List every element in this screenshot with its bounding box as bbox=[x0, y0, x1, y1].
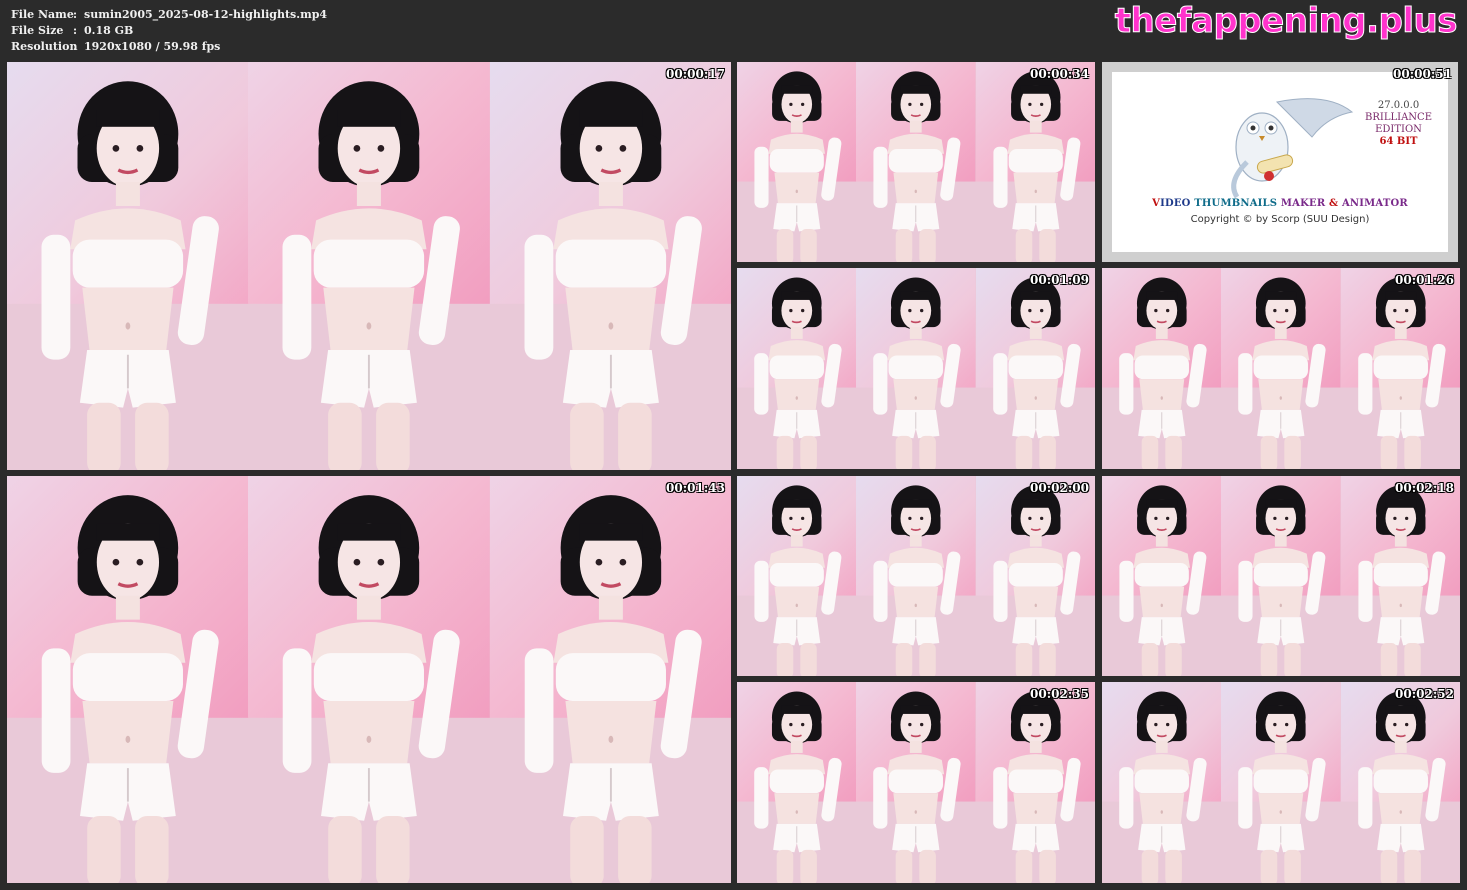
thumbnail-1[interactable]: 00:00:17 bbox=[7, 62, 731, 470]
vtm-title: VIDEO THUMBNAILS MAKER & ANIMATOR bbox=[1152, 198, 1408, 209]
timestamp: 00:00:17 bbox=[666, 67, 725, 81]
person-figure bbox=[737, 476, 857, 676]
frame-panel bbox=[7, 62, 249, 470]
person-figure bbox=[7, 476, 249, 883]
thumbnail-8[interactable]: 00:02:18 bbox=[1102, 476, 1460, 676]
file-size-value: 0.18 GB bbox=[84, 24, 134, 37]
vtm-copyright: Copyright © by Scorp (SUU Design) bbox=[1190, 214, 1370, 225]
vtm-version: 27.0.0.0 bbox=[1377, 100, 1420, 111]
person-figure bbox=[737, 62, 857, 262]
frame-panel bbox=[1340, 682, 1460, 883]
frame-panel bbox=[1221, 682, 1341, 883]
thumbnail-5[interactable]: 00:01:26 bbox=[1102, 268, 1460, 469]
person-figure bbox=[856, 62, 976, 262]
person-figure bbox=[1102, 476, 1222, 676]
timestamp: 00:01:43 bbox=[666, 481, 725, 495]
vtm-edition-1: BRILLIANCE bbox=[1365, 112, 1432, 123]
person-figure bbox=[1221, 476, 1341, 676]
frame-panel bbox=[1102, 476, 1222, 676]
frame-panel bbox=[248, 476, 491, 883]
frame-panel bbox=[1340, 268, 1460, 469]
person-figure bbox=[1102, 682, 1222, 883]
resolution-row: Resolution : 1920x1080 / 59.98 fps bbox=[11, 40, 221, 53]
frame-panel bbox=[489, 476, 731, 883]
person-figure bbox=[1221, 268, 1341, 469]
person-figure bbox=[976, 62, 1095, 262]
person-figure bbox=[1221, 682, 1341, 883]
person-figure bbox=[7, 62, 249, 470]
frame-panel bbox=[1221, 268, 1341, 469]
person-figure bbox=[1341, 476, 1460, 676]
thumbnail-10[interactable]: 00:02:52 bbox=[1102, 682, 1460, 883]
frame-panel bbox=[856, 268, 976, 469]
timestamp: 00:02:18 bbox=[1395, 481, 1454, 495]
thumbnail-3-vtm-card[interactable]: 27.0.0.0 BRILLIANCE EDITION 64 BIT VIDEO… bbox=[1102, 62, 1458, 262]
frame-panel bbox=[975, 62, 1095, 262]
file-name-value: sumin2005_2025-08-12-highlights.mp4 bbox=[84, 8, 328, 21]
frame-panel bbox=[737, 476, 857, 676]
timestamp: 00:02:00 bbox=[1030, 481, 1089, 495]
person-figure bbox=[248, 62, 490, 470]
header: File Name : sumin2005_2025-08-12-highlig… bbox=[0, 0, 1467, 60]
vtm-version-block: 27.0.0.0 BRILLIANCE EDITION 64 BIT bbox=[1365, 100, 1432, 148]
thumbnail-2[interactable]: 00:00:34 bbox=[737, 62, 1095, 262]
person-figure bbox=[490, 62, 731, 470]
person-figure bbox=[490, 476, 731, 883]
thumbnail-9[interactable]: 00:02:35 bbox=[737, 682, 1095, 883]
timestamp: 00:00:51 bbox=[1393, 67, 1452, 81]
thumbnail-6[interactable]: 00:01:43 bbox=[7, 476, 731, 883]
timestamp: 00:00:34 bbox=[1030, 67, 1089, 81]
person-figure bbox=[856, 476, 976, 676]
person-figure bbox=[1341, 268, 1460, 469]
person-figure bbox=[1102, 268, 1222, 469]
file-size-row: File Size : 0.18 GB bbox=[11, 24, 134, 37]
frame-panel bbox=[737, 62, 857, 262]
file-name-row: File Name : sumin2005_2025-08-12-highlig… bbox=[11, 8, 328, 21]
timestamp: 00:01:26 bbox=[1395, 273, 1454, 287]
owl-logo-icon bbox=[1231, 98, 1354, 199]
timestamp: 00:02:52 bbox=[1395, 687, 1454, 701]
vtm-edition-2: EDITION bbox=[1375, 124, 1422, 135]
timestamp: 00:01:09 bbox=[1030, 273, 1089, 287]
frame-panel bbox=[975, 682, 1095, 883]
frame-panel bbox=[737, 268, 857, 469]
frame-panel bbox=[7, 476, 249, 883]
person-figure bbox=[976, 476, 1095, 676]
frame-panel bbox=[1221, 476, 1341, 676]
frame-panel bbox=[489, 62, 731, 470]
person-figure bbox=[976, 268, 1095, 469]
person-figure bbox=[248, 476, 490, 883]
frame-panel bbox=[737, 682, 857, 883]
resolution-value: 1920x1080 / 59.98 fps bbox=[84, 40, 221, 53]
frame-panel bbox=[856, 62, 976, 262]
frame-panel bbox=[1102, 268, 1222, 469]
vtm-bit: 64 BIT bbox=[1379, 136, 1418, 147]
thumbnail-4[interactable]: 00:01:09 bbox=[737, 268, 1095, 469]
vtm-card-inner: 27.0.0.0 BRILLIANCE EDITION 64 BIT VIDEO… bbox=[1112, 72, 1448, 252]
site-watermark: thefappening.plus bbox=[1114, 1, 1458, 42]
frame-panel bbox=[1102, 682, 1222, 883]
frame-panel bbox=[856, 682, 976, 883]
person-figure bbox=[1341, 682, 1460, 883]
person-figure bbox=[856, 268, 976, 469]
timestamp: 00:02:35 bbox=[1030, 687, 1089, 701]
person-figure bbox=[737, 268, 857, 469]
frame-panel bbox=[248, 62, 491, 470]
person-figure bbox=[976, 682, 1095, 883]
person-figure bbox=[737, 682, 857, 883]
frame-panel bbox=[856, 476, 976, 676]
person-figure bbox=[856, 682, 976, 883]
file-info: File Name : sumin2005_2025-08-12-highlig… bbox=[11, 7, 327, 55]
frame-panel bbox=[1340, 476, 1460, 676]
thumbnail-7[interactable]: 00:02:00 bbox=[737, 476, 1095, 676]
frame-panel bbox=[975, 268, 1095, 469]
frame-panel bbox=[975, 476, 1095, 676]
